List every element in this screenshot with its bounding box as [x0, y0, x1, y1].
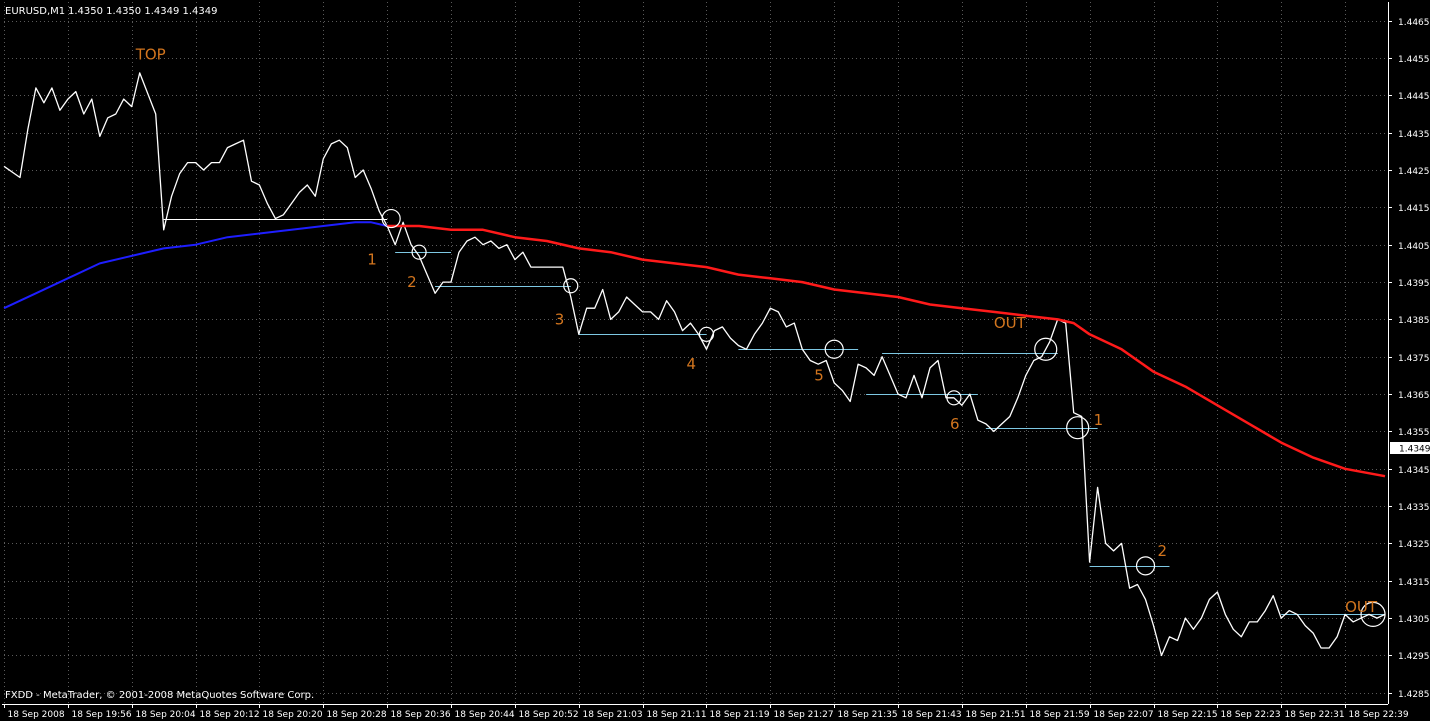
price-tick-label: 1.4285 — [1398, 690, 1430, 700]
current-price-label: 1.4349 — [1399, 445, 1430, 455]
time-tick-label: 18 Sep 21:19 — [710, 710, 770, 720]
chart: 1 2 3 4 5 6 OUT 1 2 OUT TOP 1.4465 1.4455 1.4445 1.44… — [0, 0, 1430, 721]
time-tick-label: 18 Sep 21:43 — [902, 710, 962, 720]
marker-label: 1 — [367, 251, 377, 269]
price-tick-label: 1.4385 — [1398, 316, 1430, 326]
marker-label: 2 — [407, 273, 417, 291]
price-tick-label: 1.4415 — [1398, 204, 1430, 214]
price-tick-label: 1.4465 — [1398, 18, 1430, 28]
marker-label: 3 — [555, 310, 565, 328]
price-tick-label: 1.4425 — [1398, 167, 1430, 177]
marker-label: OUT — [994, 314, 1027, 332]
price-tick-label: 1.4395 — [1398, 279, 1430, 289]
time-tick-label: 18 Sep 20:36 — [391, 710, 451, 720]
time-tick-label: 18 Sep 21:35 — [838, 710, 898, 720]
price-tick-label: 1.4445 — [1398, 92, 1430, 102]
time-tick-label: 18 Sep 20:44 — [455, 710, 515, 720]
time-tick-label: 18 Sep 20:20 — [263, 710, 323, 720]
time-tick-label: 18 Sep 21:03 — [583, 710, 643, 720]
marker-label: 1 — [1094, 411, 1104, 429]
top-label: TOP — [135, 45, 166, 63]
time-tick-label: 18 Sep 2008 — [8, 710, 65, 720]
copyright-text: FXDD - MetaTrader, © 2001-2008 MetaQuote… — [5, 690, 314, 701]
chart-symbol: EURUSD,M1 — [5, 6, 65, 17]
marker-label: OUT — [1345, 598, 1378, 616]
time-tick-label: 18 Sep 19:56 — [72, 710, 132, 720]
time-tick-label: 18 Sep 21:59 — [1030, 710, 1090, 720]
price-tick-label: 1.4405 — [1398, 242, 1430, 252]
time-tick-label: 18 Sep 22:07 — [1094, 710, 1154, 720]
price-tick-label: 1.4375 — [1398, 354, 1430, 364]
price-tick-label: 1.4345 — [1398, 466, 1430, 476]
price-tick-label: 1.4355 — [1398, 428, 1430, 438]
time-tick-label: 18 Sep 20:52 — [519, 710, 579, 720]
marker-label: 5 — [814, 366, 824, 384]
time-tick-label: 18 Sep 20:04 — [136, 710, 196, 720]
time-tick-label: 18 Sep 22:15 — [1158, 710, 1218, 720]
time-tick-label: 18 Sep 20:12 — [200, 710, 260, 720]
chart-ohlc: 1.4350 1.4350 1.4349 1.4349 — [68, 6, 218, 17]
price-tick-label: 1.4455 — [1398, 55, 1430, 65]
price-tick-label: 1.4305 — [1398, 615, 1430, 625]
price-tick-label: 1.4295 — [1398, 652, 1430, 662]
marker-label: 2 — [1157, 542, 1167, 560]
price-tick-label: 1.4325 — [1398, 540, 1430, 550]
time-tick-label: 18 Sep 22:39 — [1349, 710, 1409, 720]
price-tick-label: 1.4435 — [1398, 130, 1430, 140]
time-tick-label: 18 Sep 21:11 — [647, 710, 707, 720]
price-tick-label: 1.4335 — [1398, 503, 1430, 513]
marker-label: 4 — [687, 355, 697, 373]
price-tick-label: 1.4315 — [1398, 578, 1430, 588]
price-tick-label: 1.4365 — [1398, 391, 1430, 401]
marker-label: 6 — [950, 415, 960, 433]
time-tick-label: 18 Sep 22:23 — [1221, 710, 1281, 720]
time-tick-label: 18 Sep 22:31 — [1285, 710, 1345, 720]
time-tick-label: 18 Sep 20:28 — [327, 710, 387, 720]
chart-background — [0, 0, 1430, 721]
time-tick-label: 18 Sep 21:27 — [774, 710, 834, 720]
time-tick-label: 18 Sep 21:51 — [966, 710, 1026, 720]
